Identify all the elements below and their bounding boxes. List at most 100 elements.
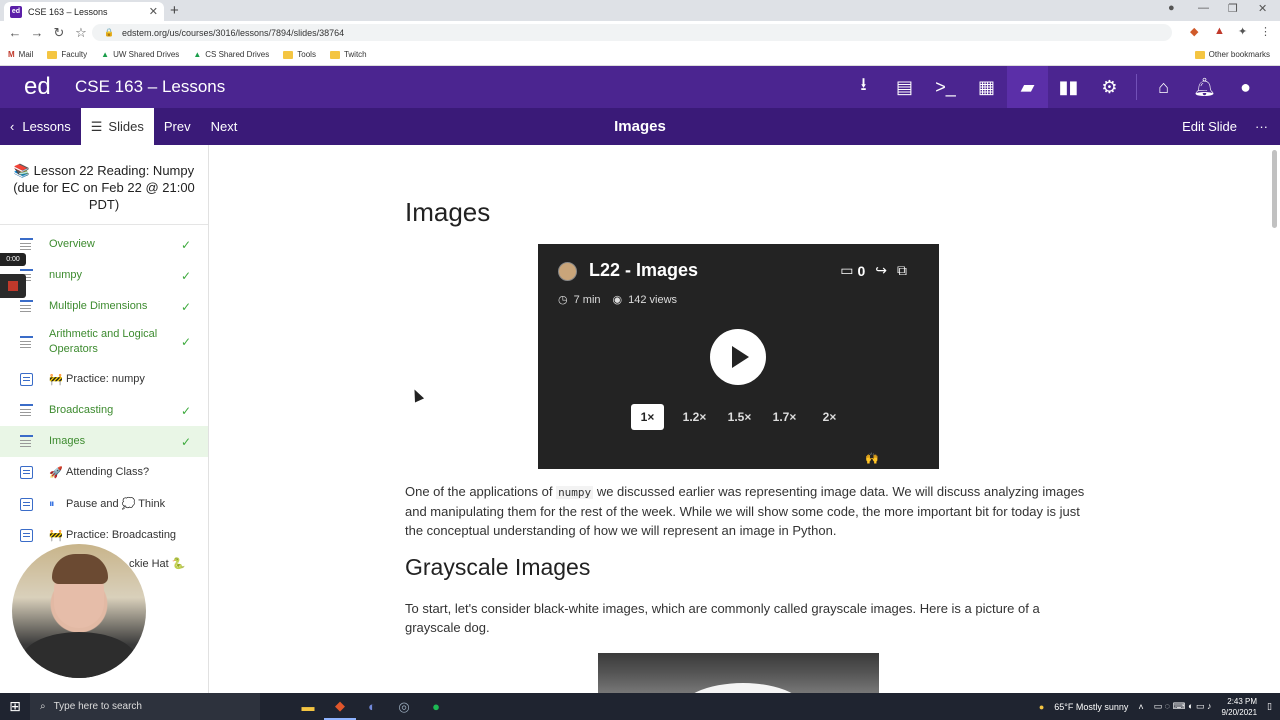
reload-icon[interactable]: ↻ xyxy=(48,25,70,41)
brave-shield-icon[interactable]: ◆ xyxy=(1190,25,1198,38)
new-tab-icon[interactable]: + xyxy=(170,2,179,19)
settings-icon[interactable]: ⚙ xyxy=(1089,66,1130,108)
comment-icon[interactable]: ▭ xyxy=(840,262,853,279)
edit-slide-button[interactable]: Edit Slide xyxy=(1182,119,1237,134)
slide-item-arithmetic[interactable]: Arithmetic and Logical Operators ✓ xyxy=(0,326,208,358)
windows-start-icon[interactable]: ⊞ xyxy=(0,698,30,715)
tray-chevron-icon[interactable]: ˄ xyxy=(1138,702,1143,712)
gmail-icon: M xyxy=(8,50,15,59)
system-tray: ● 65°F Mostly sunny ˄ ▭ ◌ ⌨ ◐ ▭ ♪ 2:43 P… xyxy=(1039,696,1272,718)
forward-icon[interactable]: → xyxy=(26,25,48,40)
steam-icon[interactable]: ◎ xyxy=(388,693,420,720)
video-duration: 7 min xyxy=(573,293,601,306)
subnav-right: Edit Slide ··· xyxy=(1182,119,1268,134)
scrollbar[interactable] xyxy=(1272,150,1277,228)
slide-item-numpy[interactable]: numpy ✓ xyxy=(0,266,208,285)
weather-text[interactable]: 65°F Mostly sunny xyxy=(1054,702,1128,712)
document-icon xyxy=(20,300,33,313)
share-icon[interactable]: ↪ xyxy=(875,262,887,279)
header-divider xyxy=(1136,74,1137,100)
drive-icon: ▲ xyxy=(101,50,110,59)
stop-recording-button[interactable] xyxy=(0,274,26,298)
video-player[interactable]: L22 - Images ◷ 7 min ◉ 142 views ▭ 0 ↪ ⧉… xyxy=(538,244,939,469)
tab-title: CSE 163 – Lessons xyxy=(28,6,108,17)
chevron-left-icon: ‹ xyxy=(10,119,15,134)
slide-heading: Images xyxy=(405,197,491,227)
speed-option[interactable]: 1.2× xyxy=(672,404,717,430)
download-icon[interactable]: ⭳ xyxy=(843,66,884,108)
analytics-icon[interactable]: ▮▮ xyxy=(1048,66,1089,108)
construction-icon: 🚧 xyxy=(49,374,63,386)
check-icon: ✓ xyxy=(180,299,191,314)
speed-option[interactable]: 1.5× xyxy=(717,404,762,430)
more-options-icon[interactable]: ··· xyxy=(1255,119,1268,134)
webcam-overlay xyxy=(12,544,146,678)
notification-icon[interactable]: ▯ xyxy=(1267,701,1272,712)
windows-taskbar: ⊞ ⌕ Type here to search ▬ ◆ ◐ ◎ ● ● 65°F… xyxy=(0,693,1280,720)
quiz-icon xyxy=(20,498,33,511)
close-tab-icon[interactable]: ✕ xyxy=(149,5,158,18)
slide-item-pause-think[interactable]: ⏸ Pause and 💭 Think xyxy=(0,495,208,514)
course-title[interactable]: CSE 163 – Lessons xyxy=(75,77,225,97)
prev-button[interactable]: Prev xyxy=(154,108,201,145)
ed-logo[interactable]: ed xyxy=(24,73,64,101)
slide-item-broadcasting[interactable]: Broadcasting ✓ xyxy=(0,401,208,420)
slide-item-overview[interactable]: Overview ✓ xyxy=(0,235,208,254)
url-input[interactable]: 🔒 edstem.org/us/courses/3016/lessons/789… xyxy=(92,24,1172,41)
bookmark-tools[interactable]: Tools xyxy=(283,50,316,59)
home-icon[interactable]: ⌂ xyxy=(1143,66,1184,108)
chat-icon[interactable]: ▤ xyxy=(884,66,925,108)
puzzle-icon[interactable]: ✦ xyxy=(1238,25,1247,38)
browser-menu-icon[interactable]: ⋮ xyxy=(1260,25,1271,38)
bell-icon[interactable]: 🔔︎ xyxy=(1184,66,1225,108)
file-explorer-icon[interactable]: ▬ xyxy=(292,693,324,720)
slide-item-practice-broadcasting[interactable]: 🚧 Practice: Broadcasting xyxy=(0,526,208,545)
lesson-title: 📚 Lesson 22 Reading: Numpy (due for EC o… xyxy=(0,145,208,225)
discord-icon[interactable]: ◐ xyxy=(356,693,388,720)
construction-icon: 🚧 xyxy=(49,530,63,542)
lessons-back-button[interactable]: ‹ Lessons xyxy=(0,108,81,145)
brave-icon[interactable]: ◆ xyxy=(324,693,356,720)
other-bookmarks[interactable]: Other bookmarks xyxy=(1194,50,1270,59)
spotify-icon[interactable]: ● xyxy=(420,693,452,720)
clipboard-icon[interactable]: ▦ xyxy=(966,66,1007,108)
video-title: L22 - Images xyxy=(589,260,699,280)
profile-icon[interactable]: ● xyxy=(1168,2,1175,14)
bookmark-twitch[interactable]: Twitch xyxy=(329,50,367,59)
document-icon xyxy=(20,238,33,251)
video-meta: ◷ 7 min ◉ 142 views xyxy=(558,293,678,307)
minimize-icon[interactable]: — xyxy=(1198,2,1209,14)
slides-button[interactable]: ☰ Slides xyxy=(80,108,154,145)
external-link-icon[interactable]: ⧉ xyxy=(897,262,907,279)
speed-option[interactable]: 1.7× xyxy=(762,404,807,430)
speed-option[interactable]: 1× xyxy=(631,404,664,430)
slide-item-multiple-dimensions[interactable]: Multiple Dimensions ✓ xyxy=(0,297,208,316)
slide-item-attending-class[interactable]: 🚀 Attending Class? xyxy=(0,463,208,482)
bookmark-faculty[interactable]: Faculty xyxy=(47,50,87,59)
terminal-icon[interactable]: >_ xyxy=(925,66,966,108)
next-button[interactable]: Next xyxy=(201,108,248,145)
video-views: 142 views xyxy=(628,293,678,306)
tray-icons[interactable]: ▭ ◌ ⌨ ◐ ▭ ♪ xyxy=(1154,701,1212,712)
maximize-icon[interactable]: ❐ xyxy=(1228,2,1238,15)
bookmark-mail[interactable]: M Mail xyxy=(8,50,33,59)
bookmark-icon[interactable]: ☆ xyxy=(70,25,92,41)
close-window-icon[interactable]: ✕ xyxy=(1258,2,1267,15)
bookmark-cs-shared-drives[interactable]: ▲ CS Shared Drives xyxy=(193,50,269,59)
folder-icon xyxy=(283,50,294,59)
clock[interactable]: 2:43 PM 9/20/2021 xyxy=(1221,696,1257,718)
webcam-hair xyxy=(52,554,108,584)
user-icon[interactable]: ● xyxy=(1225,66,1266,108)
speed-option[interactable]: 2× xyxy=(807,404,852,430)
bookmark-uw-shared-drives[interactable]: ▲ UW Shared Drives xyxy=(101,50,179,59)
search-icon: ⌕ xyxy=(40,701,46,712)
taskbar-search[interactable]: ⌕ Type here to search xyxy=(30,693,260,720)
lessons-icon[interactable]: ▰ xyxy=(1007,66,1048,108)
raised-hands-icon: 🙌 xyxy=(865,453,879,465)
slide-item-images[interactable]: Images ✓ xyxy=(0,426,208,457)
extension-alert-icon[interactable]: ▲ xyxy=(1214,25,1225,37)
play-button[interactable] xyxy=(710,329,766,385)
slide-item-practice-numpy[interactable]: 🚧 Practice: numpy xyxy=(0,370,208,389)
browser-tab[interactable]: ed CSE 163 – Lessons ✕ xyxy=(4,2,164,21)
back-icon[interactable]: ← xyxy=(4,25,26,40)
